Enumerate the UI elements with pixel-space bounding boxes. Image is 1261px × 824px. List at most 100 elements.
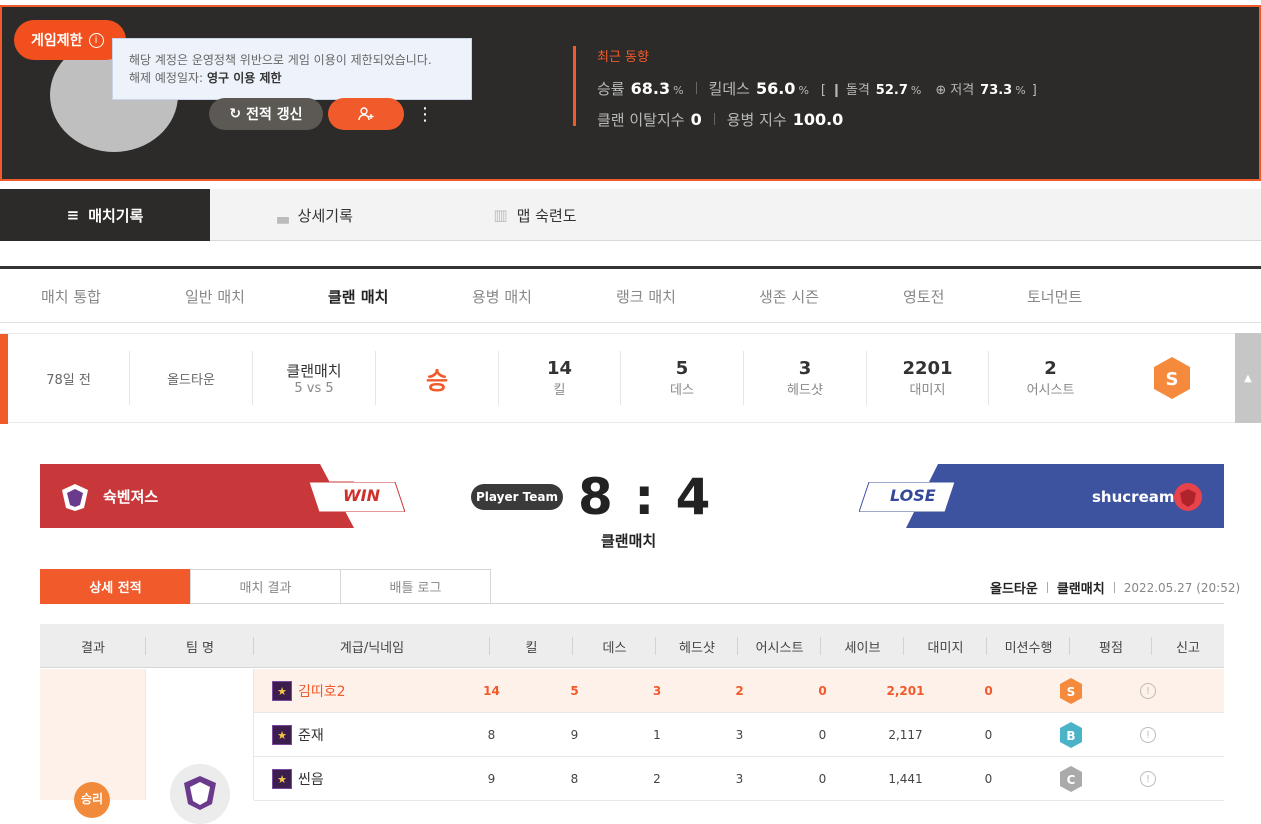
cell-dmg: 2,201 <box>886 684 925 698</box>
summary-ago-cell: 78일 전 <box>8 351 130 405</box>
subtab-all[interactable]: 매치 통합 <box>41 269 101 323</box>
subtab-tournament[interactable]: 토너먼트 <box>1027 269 1082 323</box>
info-icon[interactable]: i <box>88 32 104 48</box>
grade-badge: C <box>1030 757 1112 801</box>
player-nickname[interactable]: ★ 준재 <box>272 713 324 757</box>
main-tabs: ≡ 매치기록 ▃ 상세기록 ▥ 맵 숙련도 <box>0 189 1261 241</box>
svg-text:B: B <box>1066 729 1075 743</box>
assault-label: 돌격 <box>845 83 870 98</box>
nickname-text: 씬음 <box>298 772 324 788</box>
tab-detail-record[interactable]: ▃ 상세기록 <box>210 189 420 241</box>
player-nickname[interactable]: ★ 씬음 <box>272 757 324 801</box>
add-user-icon <box>358 107 374 121</box>
svg-text:S: S <box>1067 685 1076 699</box>
th-report: 신고 <box>1176 640 1200 656</box>
summary-kills-cell: 14 킬 <box>499 351 621 405</box>
losing-team-name: shucream <box>1092 488 1175 506</box>
grade-hex-icon: S <box>1060 678 1082 704</box>
tab-match-record[interactable]: ≡ 매치기록 <box>0 189 210 241</box>
chevron-up-icon: ▲ <box>1244 372 1252 384</box>
cell-dmg: 2,117 <box>888 728 923 742</box>
more-options-icon[interactable]: ⋮ <box>416 100 434 128</box>
game-restriction-badge[interactable]: 게임제한 i <box>14 20 126 60</box>
match-score: 8 : 4 <box>578 468 713 526</box>
tooltip-label: 해제 예정일자: <box>129 71 204 85</box>
tab-label: 매치기록 <box>88 206 144 225</box>
summary-damage-cell: 2201 대미지 <box>867 351 989 405</box>
summary-result-cell: 승 <box>376 351 499 405</box>
win-accent-bar <box>0 334 8 424</box>
cell-save: 0 <box>818 684 827 698</box>
th-nickname: 계급/닉네임 <box>254 624 490 668</box>
summary-map-cell: 올드타운 <box>130 351 253 405</box>
pct-unit: % <box>1015 84 1026 97</box>
subtab-merc[interactable]: 용병 매치 <box>472 269 532 323</box>
pct-unit: % <box>673 84 684 97</box>
assault-value: 52.7 <box>875 83 908 98</box>
cell-hs: 2 <box>653 772 661 786</box>
team-emblem-icon <box>170 764 230 824</box>
player-nickname[interactable]: ★ 김띠호2 <box>272 669 346 713</box>
opponent-emblem-icon <box>1174 483 1202 511</box>
kills-value: 14 <box>546 358 573 379</box>
cell-death: 8 <box>570 772 579 786</box>
grade-hex-icon: C <box>1060 766 1082 792</box>
collapse-toggle-button[interactable]: ▲ <box>1235 333 1261 423</box>
cell-save: 0 <box>818 728 827 742</box>
ago-text: 78일 전 <box>46 372 91 388</box>
cell-assist: 2 <box>735 684 744 698</box>
cell-hs: 3 <box>652 684 662 698</box>
th-deaths: 데스 <box>573 624 656 668</box>
summary-mode-cell: 클랜매치 5 vs 5 <box>253 351 376 405</box>
deaths-label: 데스 <box>670 383 694 398</box>
report-icon: ! <box>1140 727 1156 743</box>
subtab-clan[interactable]: 클랜 매치 <box>328 269 388 323</box>
tab-map-proficiency[interactable]: ▥ 맵 숙련도 <box>420 189 650 241</box>
tab-label: 상세기록 <box>297 206 353 225</box>
add-friend-button[interactable] <box>328 98 404 130</box>
table-row: ★ 씬음 9 8 2 3 0 1,441 0 C! <box>254 757 1224 801</box>
assists-value: 2 <box>1044 358 1057 379</box>
report-button[interactable]: ! <box>1112 669 1184 713</box>
subtab-rank[interactable]: 랭크 매치 <box>616 269 676 323</box>
sub-tabs: 매치 통합 일반 매치 클랜 매치 용병 매치 랭크 매치 생존 시즌 영토전 … <box>0 269 1261 323</box>
kd-label: 킬데스 <box>708 80 750 98</box>
list-icon: ≡ <box>66 206 80 224</box>
match-mode: 클랜매치 <box>601 532 657 550</box>
svg-text:C: C <box>1067 773 1076 787</box>
summary-deaths-cell: 5 데스 <box>621 351 744 405</box>
subtab-survival[interactable]: 생존 시즌 <box>759 269 819 323</box>
rank-icon: ★ <box>272 769 292 789</box>
cell-mission: 0 <box>984 684 993 698</box>
refresh-icon: ↻ <box>229 106 242 122</box>
headshots-value: 3 <box>798 358 812 379</box>
mode-text: 클랜매치 <box>286 362 342 380</box>
chart-icon: ▃ <box>277 206 289 224</box>
divider <box>695 82 697 94</box>
deaths-value: 5 <box>675 358 689 379</box>
tab-match-result[interactable]: 매치 결과 <box>190 569 341 604</box>
damage-value: 2201 <box>902 358 953 379</box>
grade-badge: S <box>1030 669 1112 713</box>
cell-dmg: 1,441 <box>888 772 923 786</box>
ban-badge-label: 게임제한 <box>31 33 83 49</box>
summary-headshots-cell: 3 헤드샷 <box>744 351 867 405</box>
report-button[interactable]: ! <box>1112 757 1184 801</box>
subtab-normal[interactable]: 일반 매치 <box>185 269 245 323</box>
refresh-record-button[interactable]: ↻ 전적 갱신 <box>209 98 323 130</box>
tab-detail-stats[interactable]: 상세 전적 <box>40 569 191 604</box>
assists-label: 어시스트 <box>1026 383 1075 398</box>
winning-team-name: 슉벤져스 <box>103 488 159 506</box>
cell-death: 9 <box>570 728 579 742</box>
trend-divider <box>573 46 576 126</box>
report-button[interactable]: ! <box>1112 713 1184 757</box>
grade-hex-icon: B <box>1060 722 1082 748</box>
tooltip-line1: 해당 계정은 운영정책 위반으로 게임 이용이 제한되었습니다. <box>129 53 432 67</box>
cell-assist: 3 <box>735 772 744 786</box>
result-win-badge: 승리 <box>74 782 110 818</box>
rank-icon: ★ <box>272 681 292 701</box>
report-icon: ! <box>1140 771 1156 787</box>
kills-label: 킬 <box>553 383 566 398</box>
tab-battle-log[interactable]: 배틀 로그 <box>340 569 491 604</box>
subtab-territory[interactable]: 영토전 <box>903 269 944 323</box>
